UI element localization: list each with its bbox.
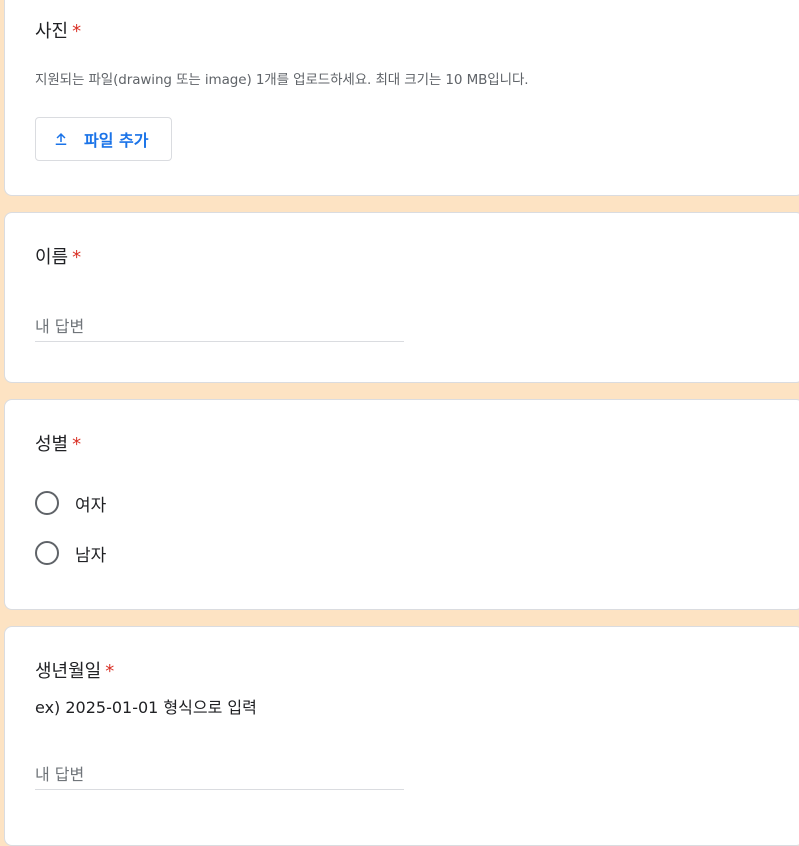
gender-question-title: 성별 * <box>35 433 81 457</box>
gender-question-card: 성별 * 여자 남자 <box>4 399 799 610</box>
name-answer-field[interactable] <box>35 311 404 342</box>
required-asterisk: * <box>105 661 115 682</box>
name-question-card: 이름 * <box>4 212 799 383</box>
photo-title-text: 사진 <box>35 21 69 42</box>
birthdate-description: ex) 2025-01-01 형식으로 입력 <box>35 698 257 717</box>
gender-title-text: 성별 <box>35 434 69 455</box>
name-answer-input[interactable] <box>35 311 404 341</box>
birthdate-question-title: 생년월일 * <box>35 660 114 684</box>
birthdate-question-card: 생년월일 * ex) 2025-01-01 형식으로 입력 <box>4 626 799 846</box>
upload-icon <box>55 133 67 145</box>
birthdate-title-text: 생년월일 <box>35 661 102 682</box>
name-question-title: 이름 * <box>35 246 81 270</box>
photo-question-title: 사진 * <box>35 20 81 44</box>
radio-button[interactable] <box>35 541 59 565</box>
gender-option-label: 남자 <box>75 545 107 566</box>
gender-option-label: 여자 <box>75 495 107 516</box>
required-asterisk: * <box>72 21 82 42</box>
required-asterisk: * <box>72 247 82 268</box>
photo-help-text: 지원되는 파일(drawing 또는 image) 1개를 업로드하세요. 최대… <box>35 72 529 88</box>
add-file-button-label: 파일 추가 <box>84 131 149 150</box>
gender-option-male[interactable]: 남자 <box>35 539 106 567</box>
gender-option-female[interactable]: 여자 <box>35 489 106 517</box>
birthdate-answer-input[interactable] <box>35 759 404 789</box>
radio-button[interactable] <box>35 491 59 515</box>
name-title-text: 이름 <box>35 247 69 268</box>
photo-question-card: 사진 * 지원되는 파일(drawing 또는 image) 1개를 업로드하세요… <box>4 0 799 196</box>
add-file-button[interactable]: 파일 추가 <box>35 117 172 161</box>
birthdate-answer-field[interactable] <box>35 759 404 790</box>
required-asterisk: * <box>72 434 82 455</box>
